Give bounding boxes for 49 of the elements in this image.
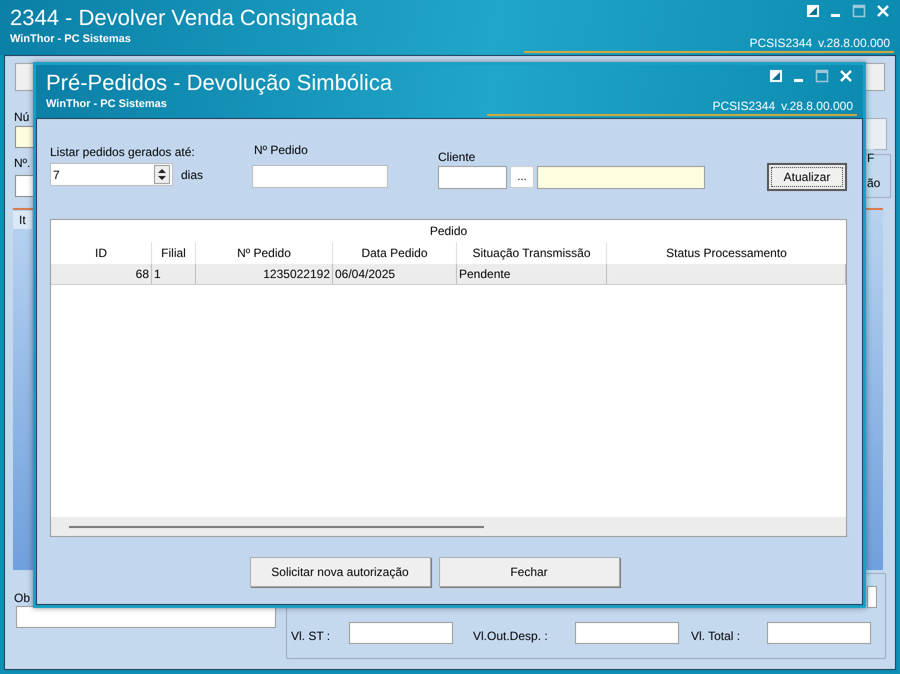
field-label: Ob <box>14 590 30 607</box>
table-cell: 1 <box>152 264 196 284</box>
lookup-button[interactable]: ... <box>510 166 534 188</box>
table-cell: Pendente <box>457 264 607 284</box>
window-title: 2344 - Devolver Venda Consignada <box>10 4 358 32</box>
restore-icon[interactable] <box>769 69 783 83</box>
window-subtitle: WinThor - PC Sistemas <box>10 32 132 46</box>
spinner-arrows-icon[interactable] <box>154 165 170 184</box>
field-label: Nú <box>14 109 30 126</box>
input-field[interactable] <box>349 622 453 644</box>
total-label: Vl. ST : <box>291 628 330 645</box>
version-label: v.28.8.00.000 <box>781 98 853 115</box>
input-field[interactable] <box>16 606 276 628</box>
horizontal-scrollbar[interactable] <box>51 517 846 536</box>
tab[interactable]: It <box>13 211 32 229</box>
option-label: ão <box>867 175 880 192</box>
program-code: PCSIS2344 <box>749 35 812 52</box>
side-panel <box>865 118 887 150</box>
input-field[interactable] <box>537 166 705 189</box>
window-title: Pré-Pedidos - Devolução Simbólica <box>46 69 392 97</box>
field-label: Cliente <box>438 149 476 166</box>
field-label: Nº. <box>14 155 30 172</box>
total-label: Vl. Total : <box>691 628 740 645</box>
program-code: PCSIS2344 <box>712 98 776 115</box>
column-header[interactable]: Status Processamento <box>607 242 846 264</box>
close-icon[interactable] <box>876 4 890 18</box>
table-cell: 68 <box>51 264 152 284</box>
table-cell: 1235022192 <box>196 264 333 284</box>
spin-field[interactable]: 7 <box>50 163 173 186</box>
input-field[interactable] <box>252 165 388 188</box>
maximize-icon[interactable] <box>815 69 829 83</box>
maximize-icon[interactable] <box>852 4 866 18</box>
input-field[interactable] <box>867 586 877 608</box>
input-field[interactable] <box>575 622 679 644</box>
version-label: v.28.8.00.000 <box>818 35 890 52</box>
table-cell: 06/04/2025 <box>333 264 457 284</box>
field-label: Listar pedidos gerados até: <box>50 144 196 161</box>
input-field[interactable] <box>767 622 871 644</box>
refresh-button[interactable]: Atualizar <box>767 163 847 191</box>
window-subtitle: WinThor - PC Sistemas <box>46 97 168 111</box>
total-label: Vl.Out.Desp. : <box>473 628 548 645</box>
unit-label: dias <box>181 166 204 184</box>
group-header: Pedido <box>428 223 468 240</box>
dialog-button[interactable]: Solicitar nova autorização <box>250 557 430 587</box>
dialog-button[interactable]: Fechar <box>438 557 620 587</box>
input-field[interactable] <box>438 166 507 189</box>
close-icon[interactable] <box>839 69 853 83</box>
restore-icon[interactable] <box>806 4 820 18</box>
field-label: Nº Pedido <box>253 142 309 159</box>
